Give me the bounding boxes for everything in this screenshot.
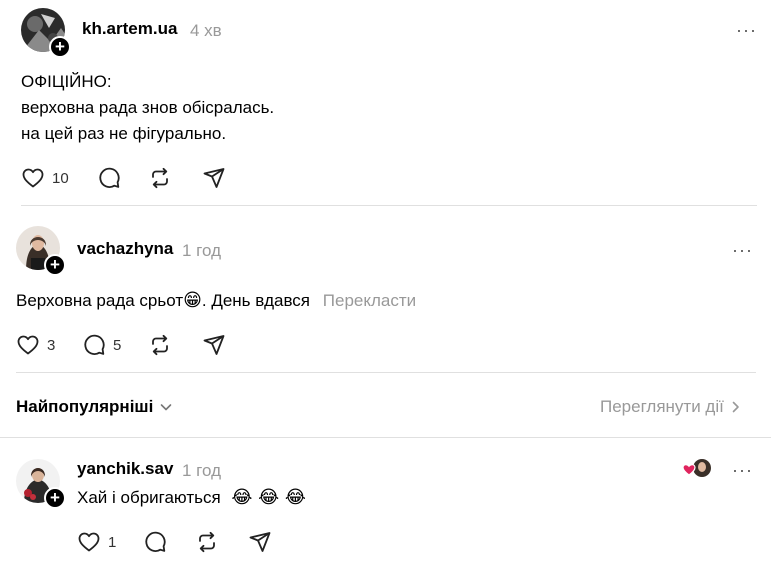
comment-button[interactable] bbox=[143, 529, 167, 555]
follow-plus-icon[interactable]: + bbox=[44, 254, 66, 276]
username[interactable]: kh.artem.ua bbox=[82, 19, 177, 39]
author-liked-badge bbox=[682, 458, 713, 480]
comment-text-body: Хай і обригаються bbox=[77, 488, 221, 507]
heart-icon bbox=[17, 335, 39, 355]
view-activity-label: Переглянути дії bbox=[600, 397, 724, 416]
comment-icon bbox=[84, 334, 105, 355]
grin-emoji: 😁 bbox=[183, 290, 202, 311]
like-button[interactable]: 10 bbox=[21, 165, 69, 191]
more-icon[interactable]: ··· bbox=[732, 240, 753, 261]
comment-icon bbox=[99, 167, 120, 188]
share-button[interactable] bbox=[248, 529, 272, 555]
reply-text: Верховна рада срьот😁. День вдався Перекл… bbox=[16, 288, 416, 314]
repost-button[interactable] bbox=[148, 165, 172, 191]
avatar[interactable]: + bbox=[16, 459, 66, 509]
reply-text-tail: . День вдався bbox=[201, 291, 311, 310]
like-button[interactable]: 3 bbox=[16, 332, 55, 358]
share-icon bbox=[203, 335, 225, 355]
post-text: ОФІЦІЙНО: верховна рада знов обісралась.… bbox=[21, 69, 274, 147]
share-button[interactable] bbox=[202, 165, 226, 191]
username[interactable]: yanchik.sav bbox=[77, 459, 173, 479]
sort-dropdown[interactable]: Найпопулярніші bbox=[16, 397, 173, 417]
post-text-line: верховна рада знов обісралась. bbox=[21, 98, 275, 117]
reply-post: + vachazhyna 1 год ··· Верховна рада срь… bbox=[0, 210, 771, 370]
divider bbox=[0, 437, 771, 438]
repost-button[interactable] bbox=[148, 332, 172, 358]
comment-count: 5 bbox=[113, 336, 122, 354]
avatar[interactable]: + bbox=[21, 8, 71, 58]
post-time: 4 хв bbox=[190, 21, 222, 40]
username[interactable]: vachazhyna bbox=[77, 239, 173, 259]
comment-button[interactable] bbox=[97, 165, 121, 191]
post-time: 1 год bbox=[182, 241, 222, 260]
heart-icon bbox=[22, 168, 44, 188]
view-activity-link[interactable]: Переглянути дії bbox=[600, 397, 742, 417]
more-icon[interactable]: ··· bbox=[736, 20, 757, 41]
follow-plus-icon[interactable]: + bbox=[44, 487, 66, 509]
thread-page: + kh.artem.ua 4 хв ··· ОФІЦІЙНО: верховн… bbox=[0, 0, 771, 566]
heart-icon bbox=[682, 463, 696, 476]
comment-actions: 1 bbox=[77, 529, 297, 555]
share-icon bbox=[249, 532, 271, 552]
chevron-down-icon bbox=[161, 404, 172, 411]
share-button[interactable] bbox=[202, 332, 226, 358]
like-button[interactable]: 1 bbox=[77, 529, 116, 555]
share-icon bbox=[203, 168, 225, 188]
main-post: + kh.artem.ua 4 хв ··· ОФІЦІЙНО: верховн… bbox=[0, 0, 771, 200]
repost-icon bbox=[199, 531, 215, 553]
post-actions: 10 bbox=[21, 165, 241, 191]
like-count: 1 bbox=[108, 533, 117, 551]
reply-actions: 3 5 bbox=[16, 332, 236, 358]
comment-button[interactable]: 5 bbox=[82, 332, 121, 358]
reply-text-body: Верховна рада срьот bbox=[16, 291, 184, 310]
translate-link[interactable]: Перекласти bbox=[323, 291, 416, 310]
divider bbox=[16, 372, 756, 373]
repost-button[interactable] bbox=[195, 529, 219, 555]
post-text-line: ОФІЦІЙНО: bbox=[21, 72, 112, 91]
avatar[interactable]: + bbox=[16, 226, 66, 276]
like-count: 3 bbox=[47, 336, 56, 354]
comment-text: Хай і обригаються 😂 😂 😂 bbox=[77, 485, 306, 511]
sort-label: Найпопулярніші bbox=[16, 397, 154, 416]
more-icon[interactable]: ··· bbox=[732, 460, 753, 481]
like-count: 10 bbox=[52, 169, 69, 187]
laugh-emoji: 😂 😂 😂 bbox=[231, 487, 306, 508]
comment-post: + yanchik.sav 1 год ··· Хай і обригаютьс… bbox=[0, 440, 771, 566]
post-time: 1 год bbox=[182, 461, 222, 480]
comment-icon bbox=[145, 531, 166, 552]
follow-plus-icon[interactable]: + bbox=[49, 36, 71, 58]
repost-icon bbox=[152, 334, 168, 356]
post-text-line: на цей раз не фігурально. bbox=[21, 124, 227, 143]
chevron-right-icon bbox=[732, 401, 739, 413]
divider bbox=[21, 205, 757, 206]
heart-icon bbox=[78, 532, 100, 552]
repost-icon bbox=[152, 167, 168, 189]
